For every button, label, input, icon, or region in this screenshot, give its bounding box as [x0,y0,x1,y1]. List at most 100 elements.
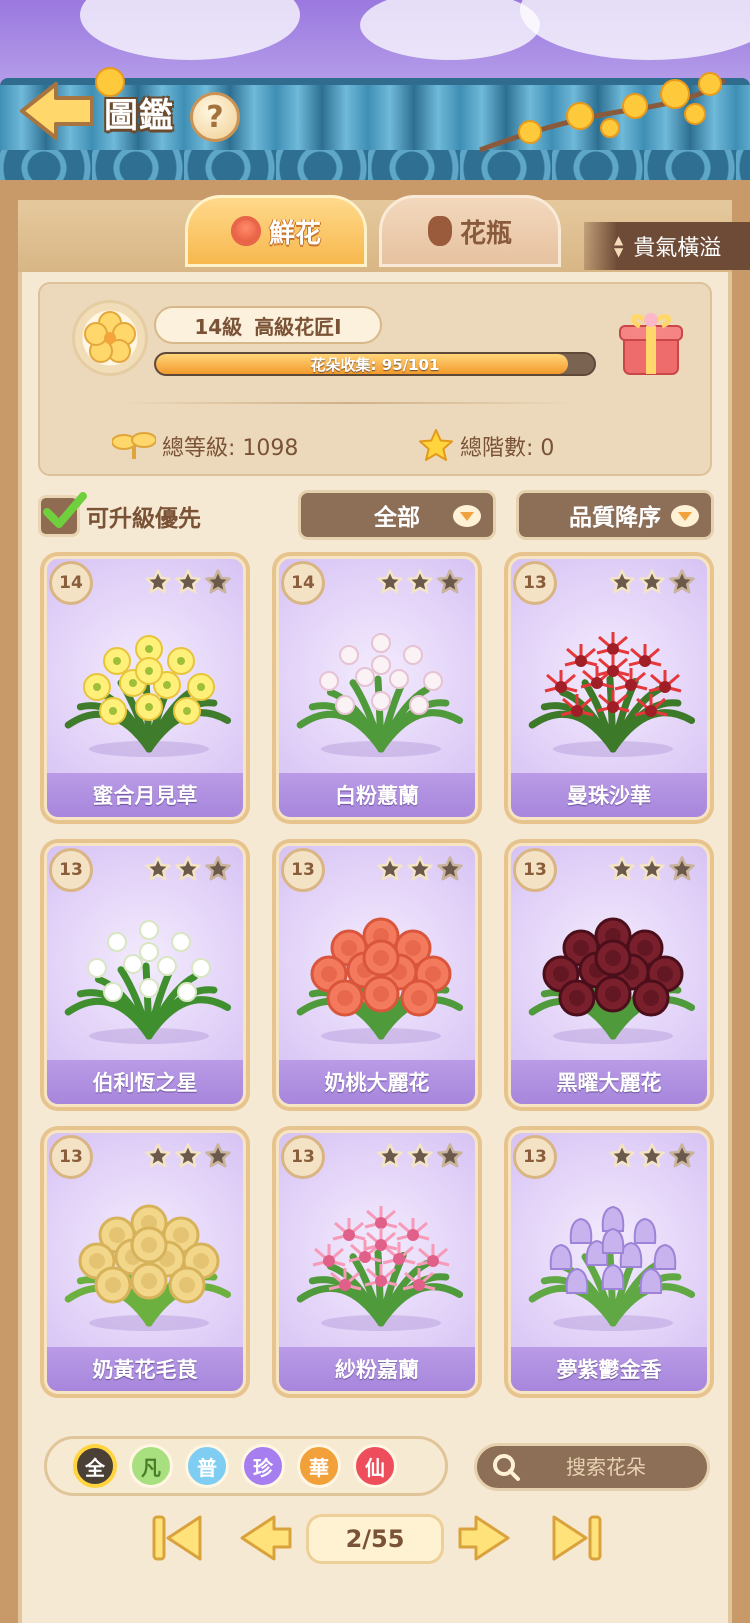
flower-card[interactable]: 13 奶桃大麗花 [272,839,482,1111]
help-button[interactable]: ? [190,92,240,142]
flower-illustration [528,917,696,1044]
star-icon [175,569,201,599]
flower-level-badge: 13 [49,1135,93,1179]
search-input[interactable] [531,1455,681,1479]
flower-illustration [64,1204,232,1331]
tab-vases[interactable]: 花瓶 [379,195,561,267]
rarity-filter-4[interactable]: 珍 [241,1444,285,1488]
gift-box-icon[interactable] [618,306,684,378]
upgrade-first-checkbox[interactable] [38,492,87,537]
star-icon [175,856,201,886]
first-page-button[interactable] [146,1510,210,1566]
star-icon [205,856,231,886]
flower-illustration [64,920,232,1044]
flower-card-body: 13 黑曜大麗花 [508,843,710,1107]
flower-card[interactable]: 13 黑曜大麗花 [504,839,714,1111]
star-icon [669,1143,695,1173]
search-box[interactable] [474,1443,710,1491]
star-icon [609,856,635,886]
total-tier-label: 總階數: 0 [460,436,555,461]
flower-card[interactable]: 13 伯利恆之星 [40,839,250,1111]
side-banner[interactable]: ▲ ▼ 貴氣橫溢 [584,222,750,270]
star-icon [609,569,635,599]
star-icon [377,569,403,599]
flower-name: 紗粉嘉蘭 [279,1347,475,1391]
star-icon [609,1143,635,1173]
player-rank: 高級花匠Ⅰ [254,314,342,339]
rarity-filter-6[interactable]: 仙 [353,1444,397,1488]
flower-illustration [296,917,464,1044]
flower-card-body: 13 曼珠沙華 [508,556,710,820]
star-rating [145,569,231,599]
rarity-filter-5[interactable]: 華 [297,1444,341,1488]
flower-level-badge: 14 [281,561,325,605]
flower-name: 蜜合月見草 [47,773,243,817]
flower-card[interactable]: 13 奶黃花毛茛 [40,1126,250,1398]
level-pill: 14級 高級花匠Ⅰ [154,306,382,344]
star-icon [639,569,665,599]
total-level-stat: 總等級: 1098 [112,426,298,466]
rarity-filter-bar: 全凡普珍華仙 [44,1436,448,1496]
upgrade-first-toggle[interactable]: 可升級優先 [38,492,201,538]
flower-card-body: 13 伯利恆之星 [44,843,246,1107]
flower-illustration [296,1206,464,1331]
cloud [80,0,300,60]
flower-level-badge: 14 [49,561,93,605]
star-icon [639,856,665,886]
star-icon [437,1143,463,1173]
flower-level-badge: 13 [513,561,557,605]
total-level-label: 總等級: 1098 [162,436,299,461]
star-icon [437,856,463,886]
tab-fresh-flowers[interactable]: 鮮花 [185,195,367,267]
star-icon [377,1143,403,1173]
next-page-button[interactable] [452,1510,516,1566]
star-rating [377,856,463,886]
upgrade-first-label: 可升級優先 [86,506,201,532]
total-tier-stat: 總階數: 0 [418,426,554,466]
rarity-filter-3[interactable]: 普 [185,1444,229,1488]
star-icon [639,1143,665,1173]
star-rating [609,856,695,886]
page-title: 圖鑑 [104,96,174,136]
category-dropdown[interactable]: 全部 [298,490,496,540]
swap-arrows-icon: ▲ ▼ [614,233,624,259]
flower-name: 奶黃花毛茛 [47,1347,243,1391]
flower-illustration [528,1205,696,1331]
tab-label: 花瓶 [459,218,512,249]
flower-level-badge: 13 [281,848,325,892]
cloud [360,0,540,60]
page-indicator: 2/55 [306,1514,444,1564]
star-rating [377,569,463,599]
star-rating [609,1143,695,1173]
divider [118,402,578,404]
star-rating [145,1143,231,1173]
category-value: 全部 [374,505,420,531]
star-icon [377,856,403,886]
flower-level-badge: 13 [513,1135,557,1179]
flower-level-badge: 13 [49,848,93,892]
rarity-filter-1[interactable]: 全 [73,1444,117,1488]
player-level: 14級 [194,314,243,339]
last-page-button[interactable] [544,1510,608,1566]
back-button[interactable] [18,80,96,142]
previous-page-button[interactable] [234,1510,298,1566]
star-rating [145,856,231,886]
flower-card[interactable]: 13 曼珠沙華 [504,552,714,824]
flower-illustration [528,632,696,757]
flower-name: 黑曜大麗花 [511,1060,707,1104]
flower-card[interactable]: 13 夢紫鬱金香 [504,1126,714,1398]
rarity-filter-2[interactable]: 凡 [129,1444,173,1488]
flower-card[interactable]: 14 白粉蕙蘭 [272,552,482,824]
flower-name: 曼珠沙華 [511,773,707,817]
star-icon [145,856,171,886]
flower-card-body: 13 夢紫鬱金香 [508,1130,710,1394]
star-icon [407,569,433,599]
star-icon [669,569,695,599]
star-icon [205,1143,231,1173]
flower-card[interactable]: 13 紗粉嘉蘭 [272,1126,482,1398]
sort-dropdown[interactable]: 品質降序 [516,490,714,540]
chevron-down-icon [671,505,699,527]
flower-level-badge: 13 [281,1135,325,1179]
flower-name: 夢紫鬱金香 [511,1347,707,1391]
flower-card[interactable]: 14 蜜合月見草 [40,552,250,824]
